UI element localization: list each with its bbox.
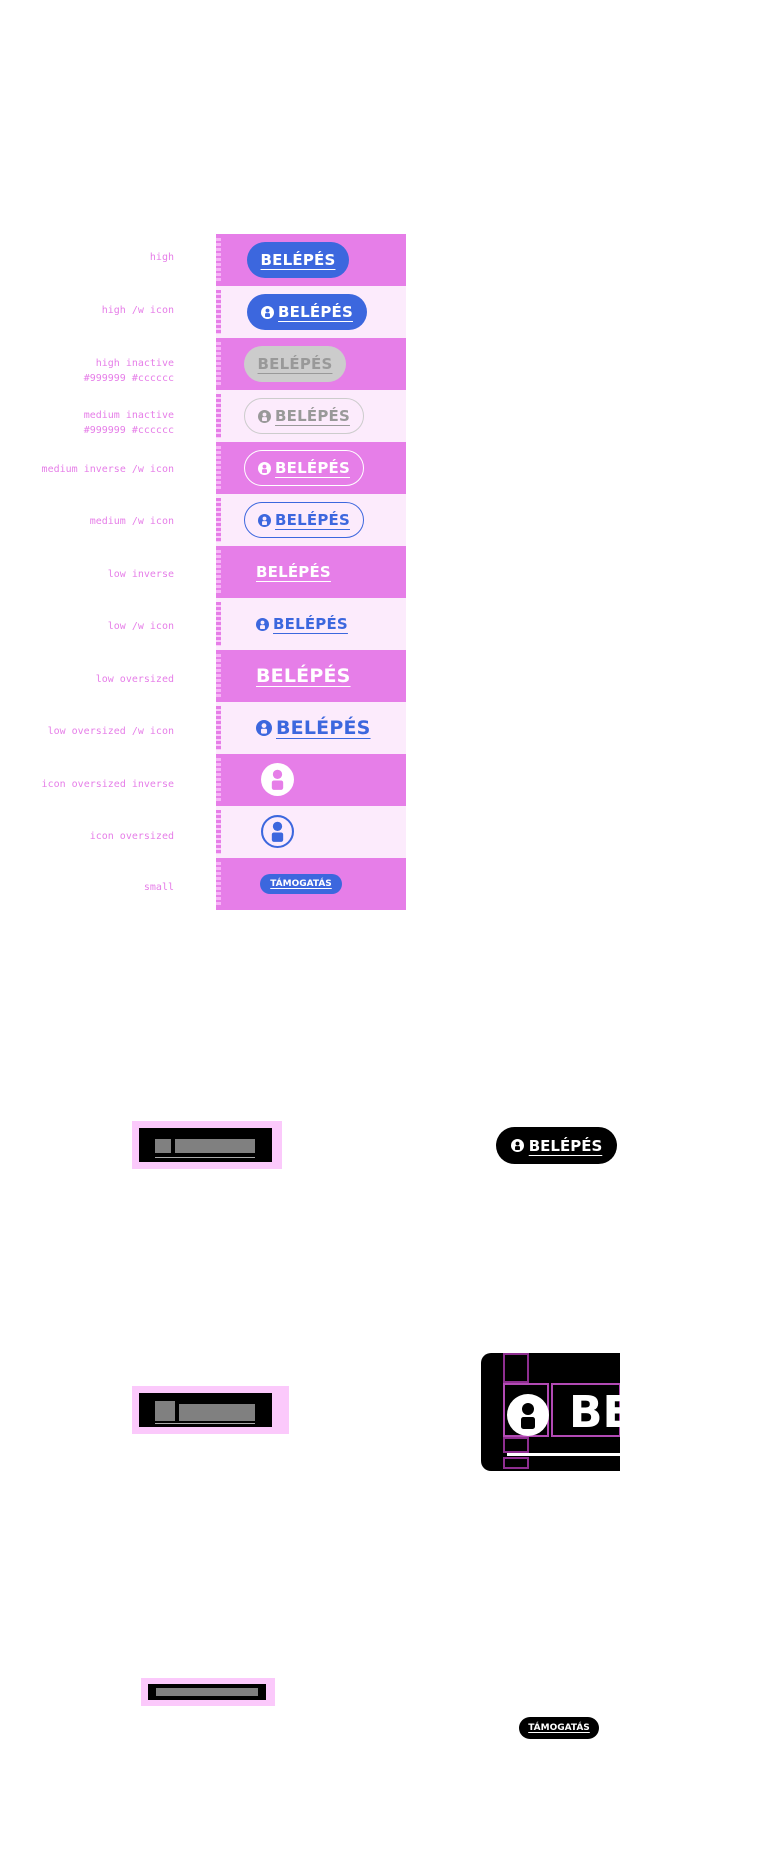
user-icon	[256, 617, 269, 631]
login-button-low-inverse[interactable]: BELÉPÉS	[256, 554, 331, 590]
button-wireframe-icon	[132, 1386, 289, 1434]
row-high-inactive: BELÉPÉS	[216, 338, 406, 390]
login-button-high-inactive[interactable]: BELÉPÉS	[244, 346, 346, 382]
row-medium-inverse-icon: BELÉPÉS	[216, 442, 406, 494]
ruler	[216, 758, 221, 802]
support-button-small[interactable]: TÁMOGATÁS	[260, 874, 342, 894]
row-label-low-oversized-icon: low oversized /w icon	[47, 726, 174, 737]
ruler	[216, 550, 221, 594]
login-button-black[interactable]: BELÉPÉS	[496, 1127, 617, 1164]
row-low-oversized-icon: BELÉPÉS	[216, 702, 406, 754]
row-low-inverse: BELÉPÉS	[216, 546, 406, 598]
row-high: BELÉPÉS	[216, 234, 406, 286]
user-icon[interactable]	[261, 763, 294, 796]
row-label-low-oversized: low oversized	[95, 674, 174, 685]
user-icon	[256, 720, 272, 736]
login-button-low[interactable]: BELÉPÉS	[256, 606, 348, 642]
row-label-medium-inactive: medium inactive #999999 #cccccc	[83, 410, 174, 436]
ruler	[216, 654, 221, 698]
user-icon	[258, 513, 272, 527]
ruler	[216, 238, 221, 282]
user-icon	[258, 409, 272, 423]
login-button-low-oversized-icon[interactable]: BELÉPÉS	[256, 710, 371, 746]
ruler	[216, 446, 221, 490]
row-label-small: small	[143, 882, 174, 893]
login-button-medium-inverse[interactable]: BELÉPÉS	[244, 450, 364, 486]
ruler	[216, 342, 221, 386]
support-button-black[interactable]: TÁMOGATÁS	[519, 1717, 599, 1739]
button-wireframe-large	[132, 1121, 282, 1169]
ruler	[216, 810, 221, 854]
row-high-icon: BELÉPÉS	[216, 286, 406, 338]
ruler	[216, 862, 221, 906]
button-zoom-detail: BE	[481, 1353, 620, 1471]
row-label-high: high	[149, 252, 174, 263]
user-icon	[261, 305, 275, 319]
user-icon[interactable]	[261, 815, 294, 848]
user-icon	[258, 461, 272, 475]
row-label-low-icon: low /w icon	[107, 621, 174, 632]
row-medium-inactive: BELÉPÉS	[216, 390, 406, 442]
row-label-icon-oversized-inverse: icon oversized inverse	[41, 779, 174, 790]
row-label-medium-inverse-icon: medium inverse /w icon	[41, 464, 174, 475]
user-icon	[510, 1139, 524, 1152]
ruler	[216, 290, 221, 334]
login-button-low-oversized[interactable]: BELÉPÉS	[256, 658, 351, 694]
row-label-high-icon: high /w icon	[101, 305, 174, 316]
row-icon-oversized-inverse	[216, 754, 406, 806]
zoom-text: BE	[569, 1387, 620, 1438]
button-wireframe-small	[141, 1678, 275, 1706]
row-label-high-inactive: high inactive #999999 #cccccc	[83, 358, 174, 384]
row-medium-icon: BELÉPÉS	[216, 494, 406, 546]
login-button-medium-inactive[interactable]: BELÉPÉS	[244, 398, 364, 434]
ruler	[216, 394, 221, 438]
ruler	[216, 602, 221, 646]
row-label-medium-icon: medium /w icon	[89, 516, 174, 527]
user-icon	[507, 1394, 549, 1436]
row-small: TÁMOGATÁS	[216, 858, 406, 910]
ruler	[216, 498, 221, 542]
row-low-icon: BELÉPÉS	[216, 598, 406, 650]
row-icon-oversized	[216, 806, 406, 858]
row-label-low-inverse: low inverse	[107, 569, 174, 580]
login-button-high[interactable]: BELÉPÉS	[247, 242, 349, 278]
ruler	[216, 706, 221, 750]
row-label-icon-oversized: icon oversized	[89, 831, 174, 842]
login-button-medium[interactable]: BELÉPÉS	[244, 502, 364, 538]
login-button-high-icon[interactable]: BELÉPÉS	[247, 294, 367, 330]
row-low-oversized: BELÉPÉS	[216, 650, 406, 702]
